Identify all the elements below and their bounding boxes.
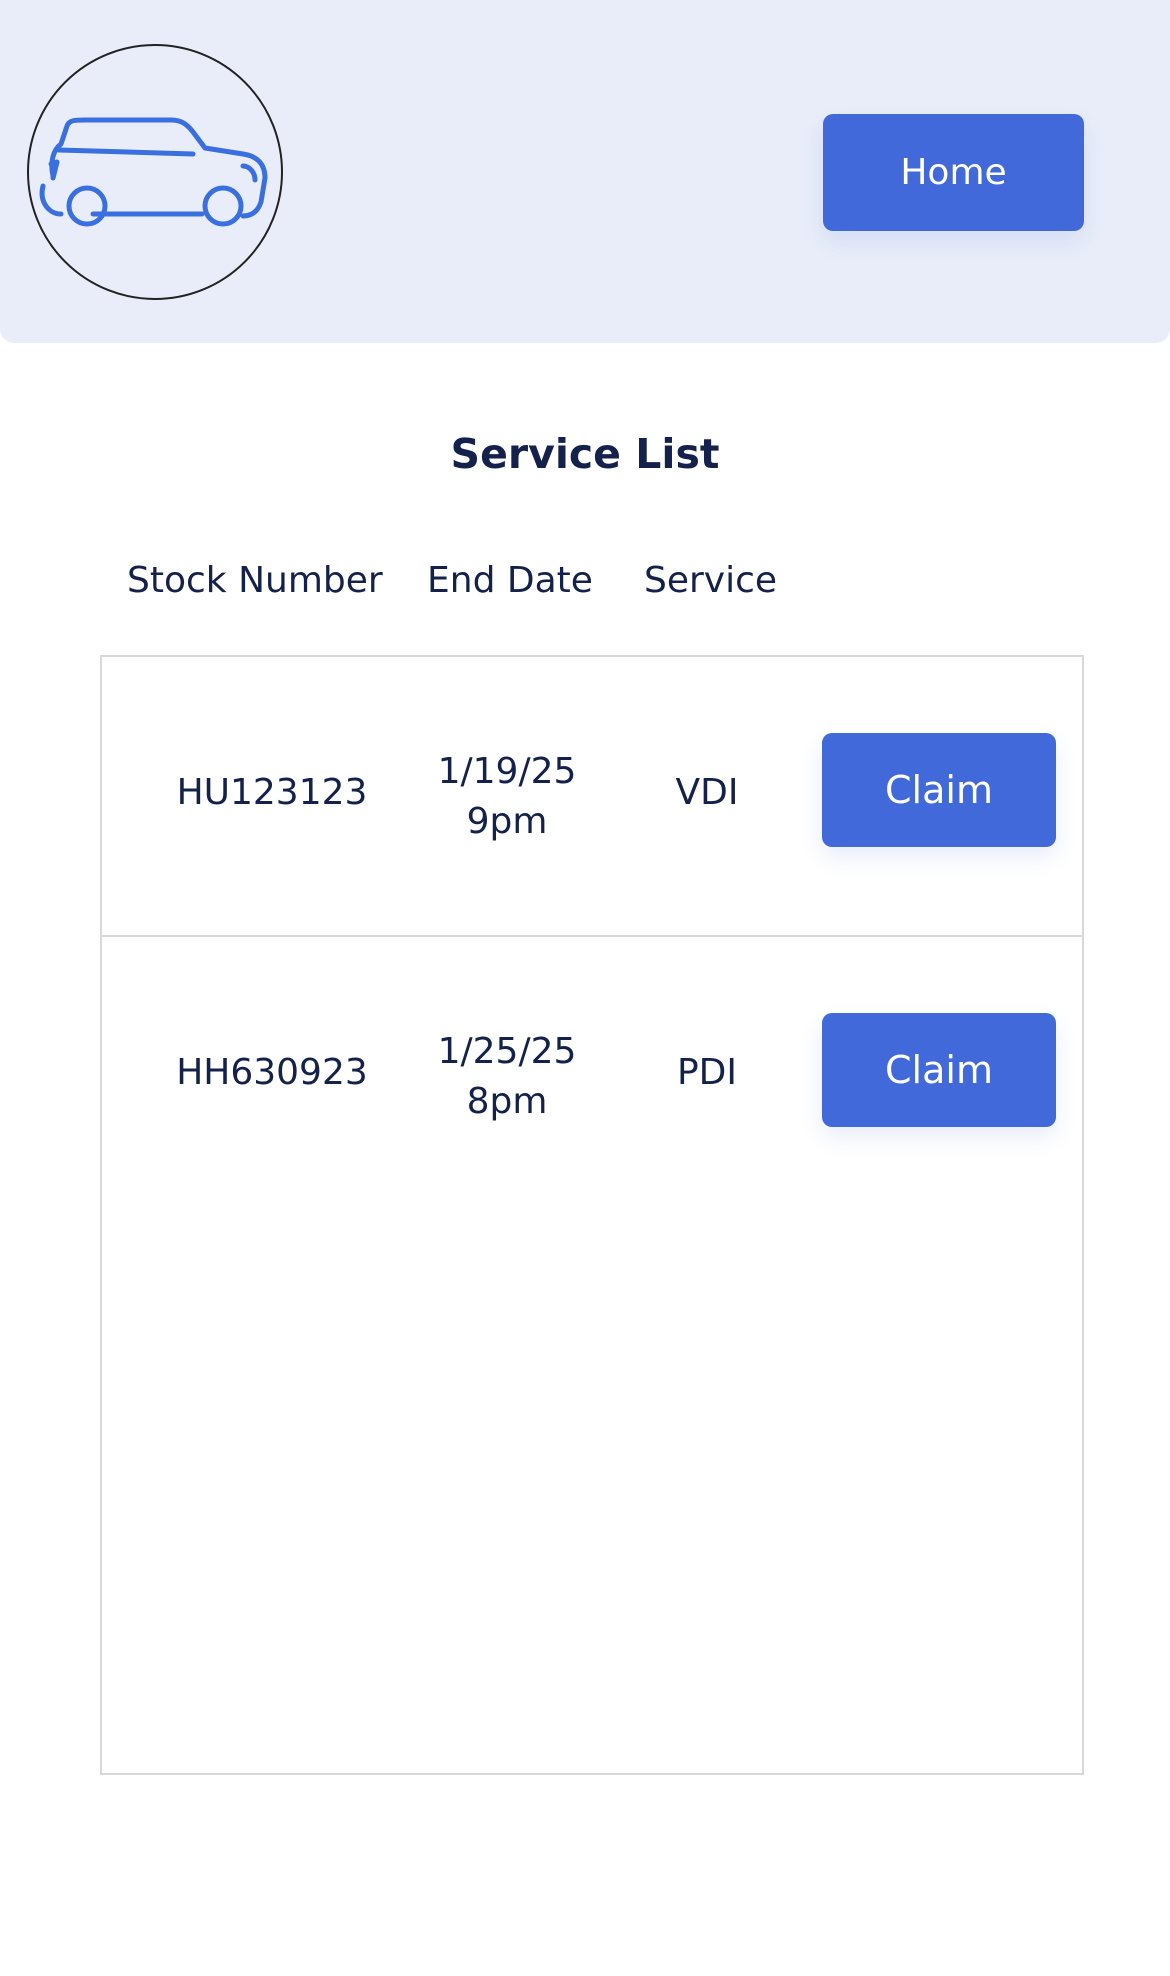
service-cell: PDI bbox=[676, 1052, 738, 1093]
column-header-end-date: End Date bbox=[427, 560, 593, 601]
end-date-day: 1/19/25 bbox=[437, 751, 577, 792]
stock-number-cell: HU123123 bbox=[176, 772, 368, 813]
end-date-cell: 1/19/25 9pm bbox=[412, 747, 602, 847]
service-cell: VDI bbox=[675, 772, 739, 813]
car-icon bbox=[39, 117, 268, 227]
service-table: HU123123 1/19/25 9pm VDI Claim HH630923 … bbox=[100, 655, 1084, 1775]
end-date-day: 1/25/25 bbox=[437, 1031, 577, 1072]
column-header-stock-number: Stock Number bbox=[127, 560, 383, 601]
end-date-time: 9pm bbox=[466, 801, 548, 842]
stock-number-cell: HH630923 bbox=[176, 1052, 368, 1093]
claim-button[interactable]: Claim bbox=[822, 1013, 1056, 1127]
table-row: HH630923 1/25/25 8pm PDI Claim bbox=[102, 937, 1082, 1217]
page: Home Service List Stock Number End Date … bbox=[0, 0, 1170, 1976]
end-date-cell: 1/25/25 8pm bbox=[412, 1027, 602, 1127]
end-date-time: 8pm bbox=[466, 1081, 548, 1122]
claim-button[interactable]: Claim bbox=[822, 733, 1056, 847]
page-title: Service List bbox=[450, 430, 720, 478]
home-button[interactable]: Home bbox=[823, 114, 1084, 231]
column-header-service: Service bbox=[644, 560, 778, 601]
table-row: HU123123 1/19/25 9pm VDI Claim bbox=[102, 657, 1082, 937]
logo[interactable] bbox=[27, 44, 283, 300]
app-header: Home bbox=[0, 0, 1170, 343]
